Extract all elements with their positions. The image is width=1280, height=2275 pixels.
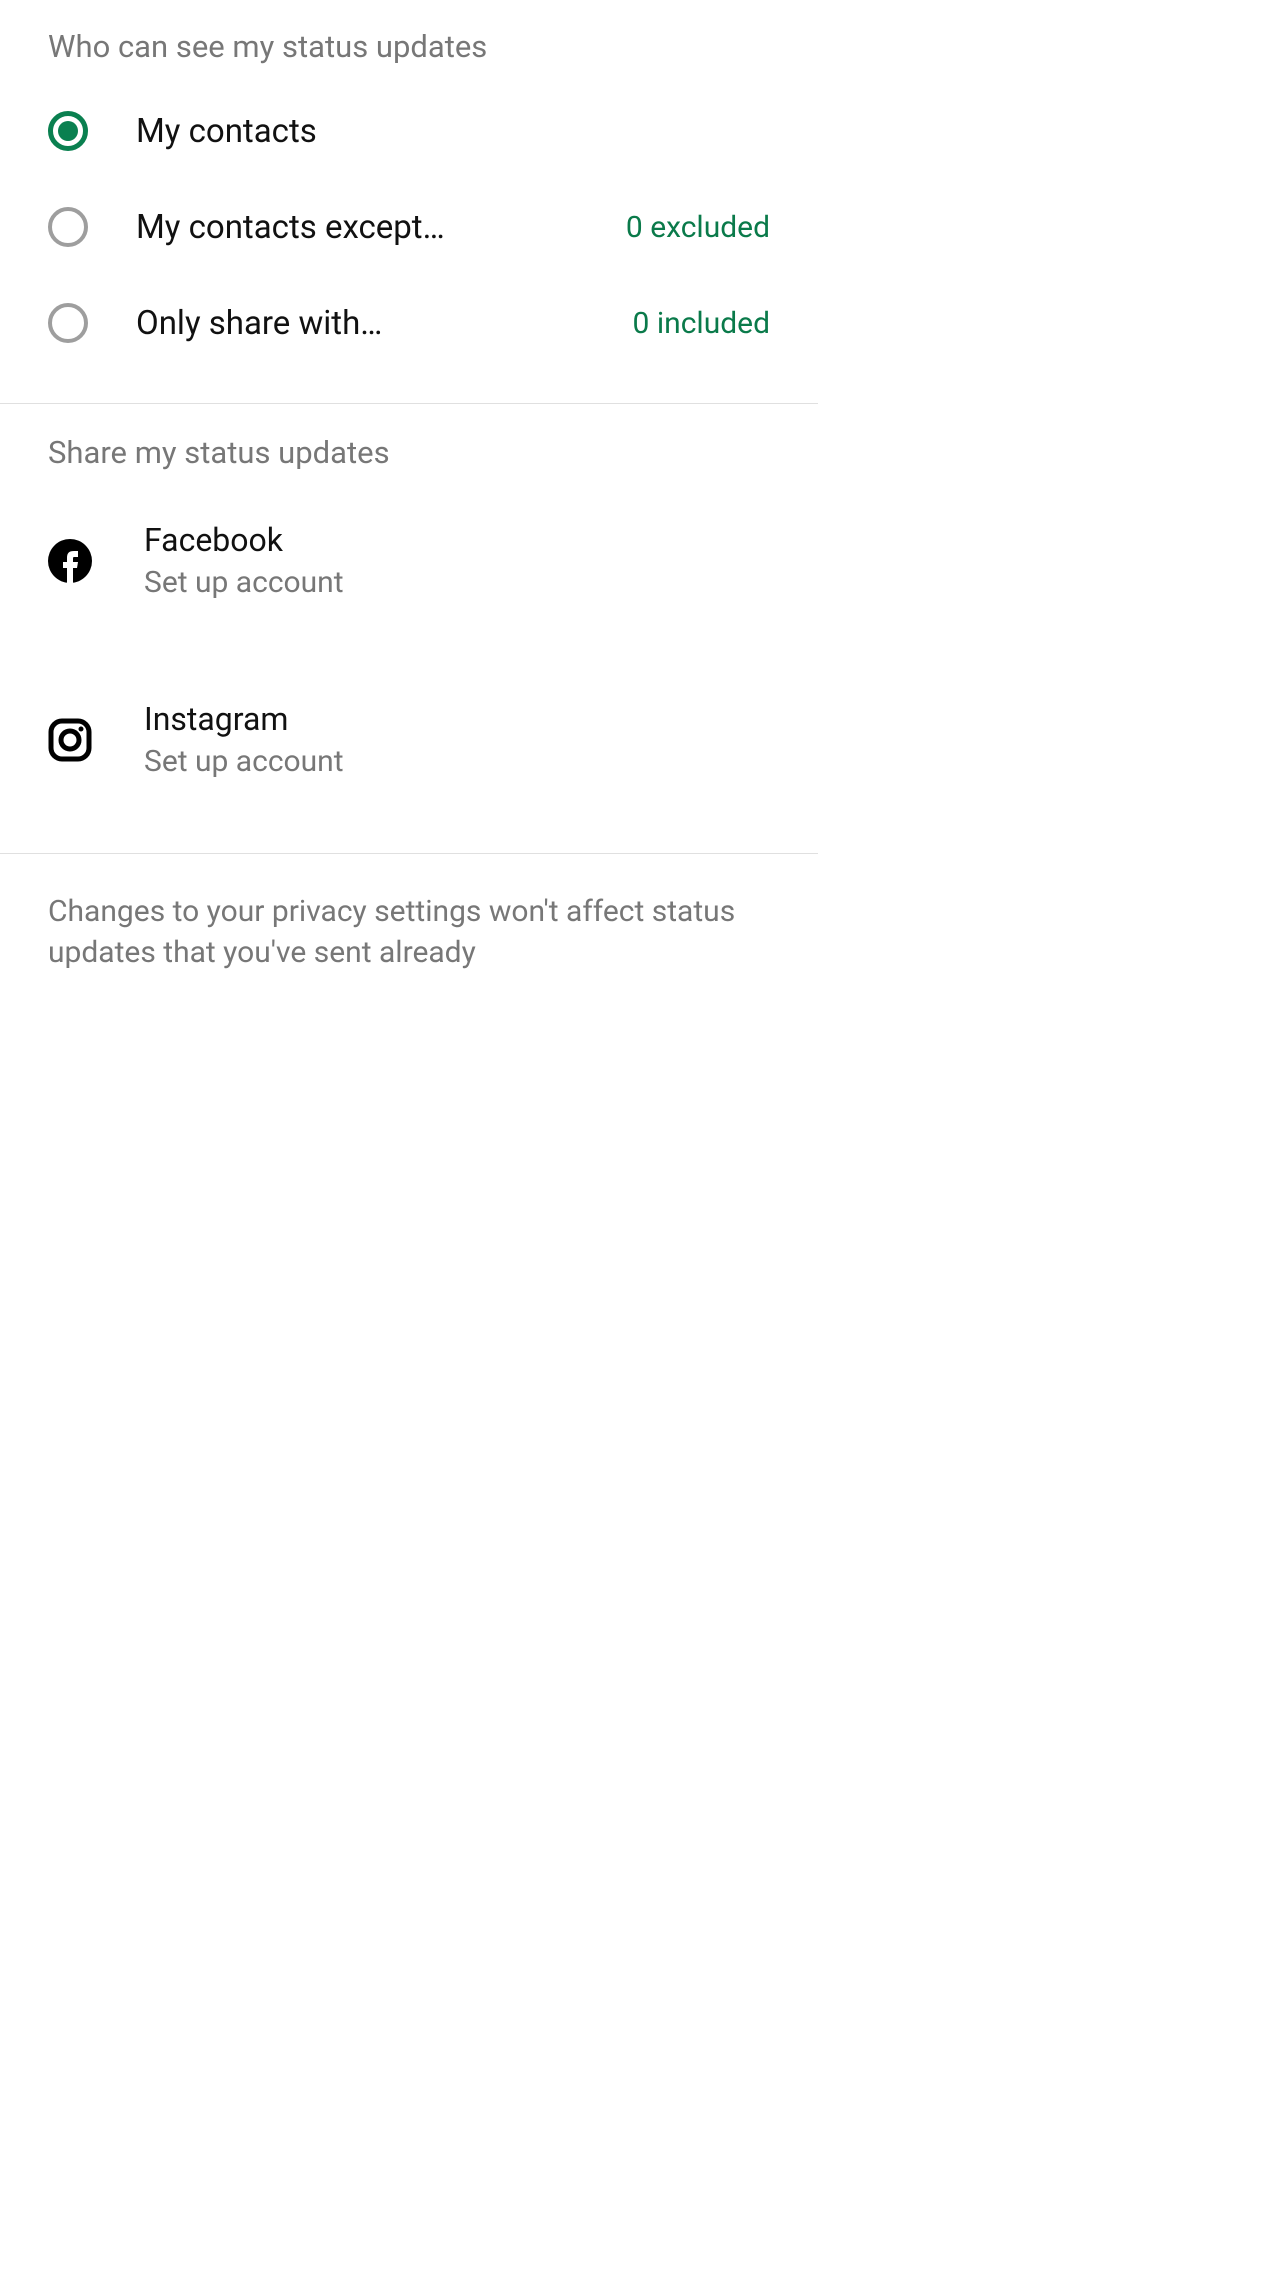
share-section-header: Share my status updates	[0, 404, 818, 483]
radio-label: Only share with…	[136, 304, 382, 343]
share-option-instagram[interactable]: Instagram Set up account	[0, 638, 818, 821]
radio-option-contacts-except[interactable]: My contacts except… 0 excluded	[0, 179, 818, 275]
excluded-count: 0 excluded	[626, 210, 770, 245]
footer-privacy-note: Changes to your privacy settings won't a…	[0, 854, 818, 1011]
share-title: Instagram	[144, 700, 344, 738]
radio-option-my-contacts[interactable]: My contacts	[0, 83, 818, 179]
share-subtitle: Set up account	[144, 744, 344, 779]
share-subtitle: Set up account	[144, 565, 344, 600]
facebook-icon	[48, 539, 92, 583]
share-option-facebook[interactable]: Facebook Set up account	[0, 483, 818, 638]
radio-icon	[48, 207, 88, 247]
privacy-section-header: Who can see my status updates	[0, 0, 818, 83]
radio-icon	[48, 303, 88, 343]
instagram-icon	[48, 718, 92, 762]
radio-label: My contacts except…	[136, 208, 445, 247]
included-count: 0 included	[633, 306, 770, 341]
radio-icon	[48, 111, 88, 151]
radio-label: My contacts	[136, 112, 317, 151]
share-title: Facebook	[144, 521, 344, 559]
radio-option-only-share[interactable]: Only share with… 0 included	[0, 275, 818, 371]
